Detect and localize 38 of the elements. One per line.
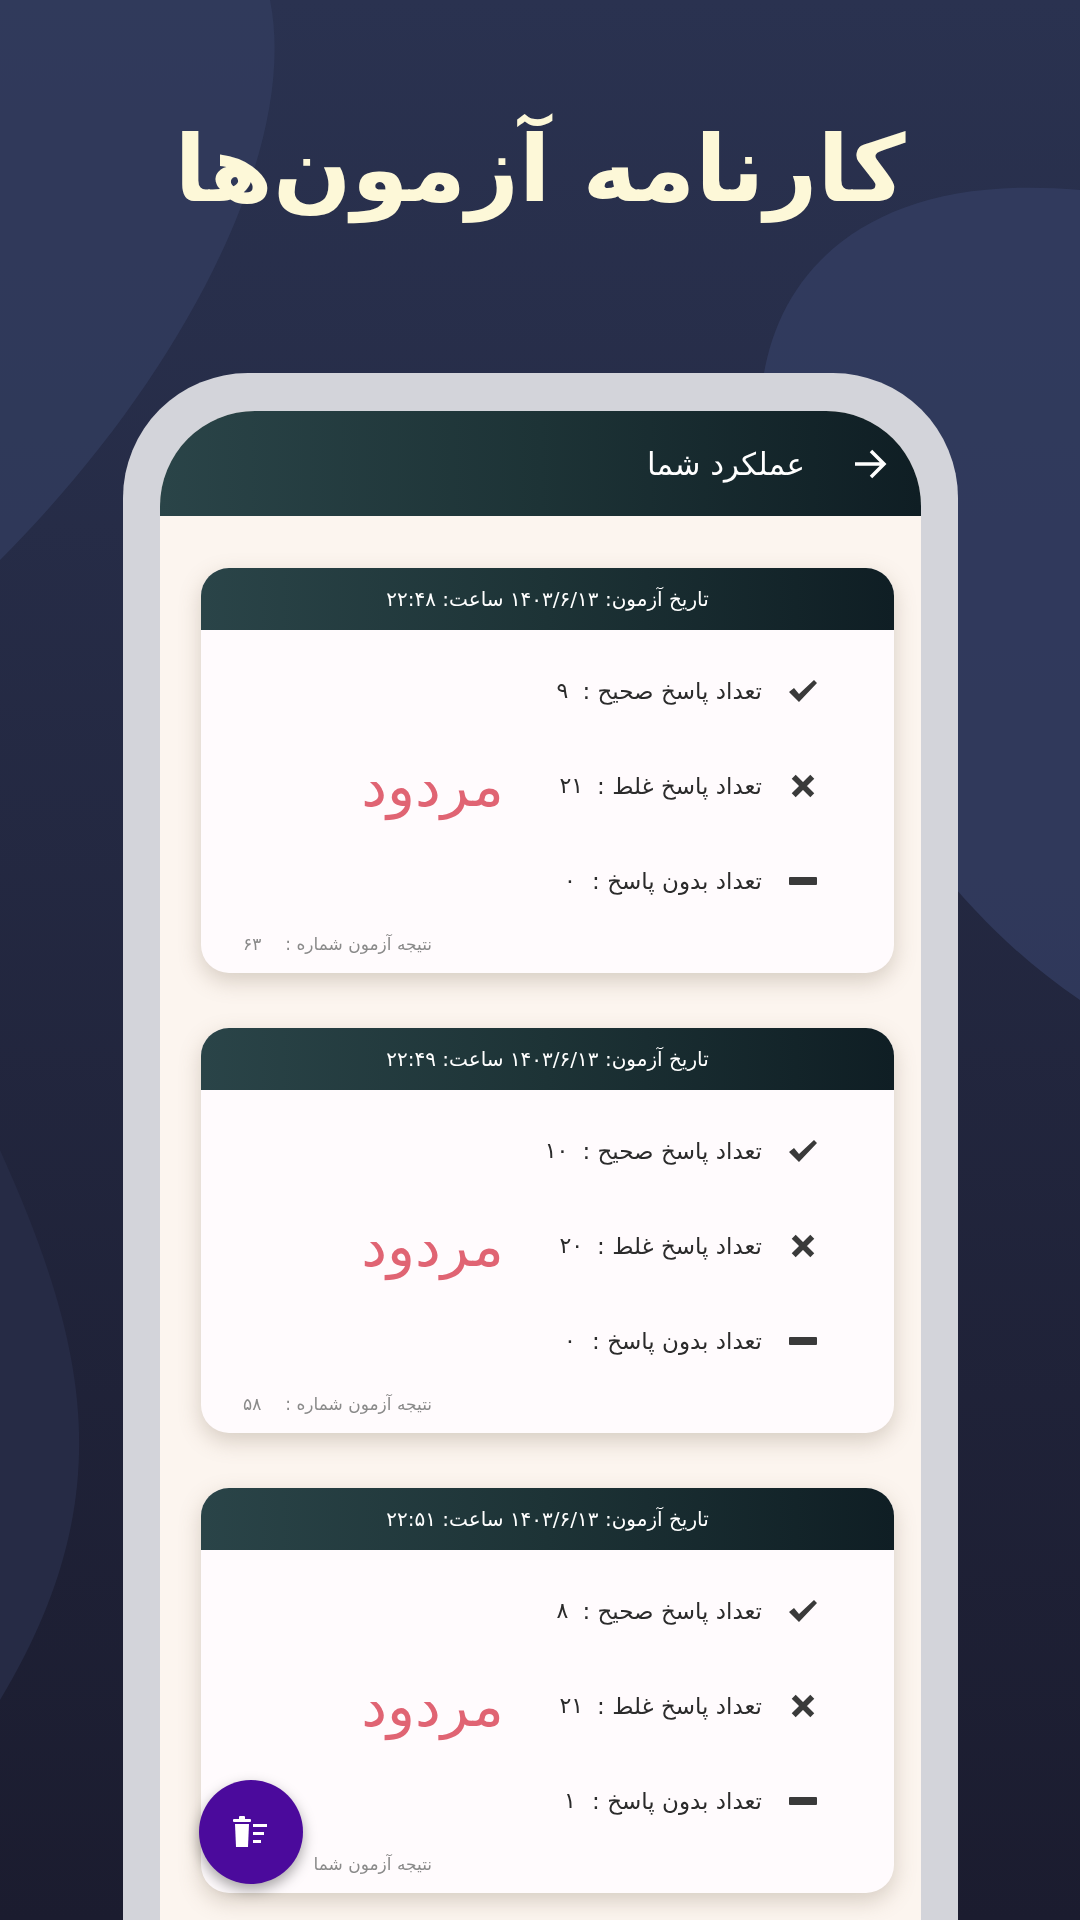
minus-icon <box>788 1336 818 1345</box>
stat-value: ۲۰ <box>559 1233 584 1258</box>
result-status: مردود <box>361 1211 504 1280</box>
minus-icon <box>788 1796 818 1805</box>
stat-value: ۱ <box>564 1788 576 1813</box>
exam-date-header: تاریخ آزمون: ۱۴۰۳/۶/۱۳ ساعت: ۲۲:۵۱ <box>201 1488 894 1550</box>
exam-number-label: نتیجه آزمون شما <box>313 1853 432 1876</box>
exam-number: ۶۳ <box>243 933 262 956</box>
exam-date-header: تاریخ آزمون: ۱۴۰۳/۶/۱۳ ساعت: ۲۲:۴۸ <box>201 568 894 630</box>
stat-label: تعداد پاسخ غلط : <box>597 1232 762 1259</box>
stat-label: تعداد بدون پاسخ : <box>591 867 762 894</box>
stat-value: ۰ <box>564 1328 576 1353</box>
stat-label: تعداد بدون پاسخ : <box>591 1787 762 1814</box>
stat-value: ۰ <box>564 868 576 893</box>
page-headline: کارنامه آزمون‌ها <box>174 115 906 226</box>
check-icon <box>788 677 818 704</box>
result-status: مردود <box>361 1671 504 1740</box>
app-bar-title: عملکرد شما <box>647 445 805 482</box>
stat-value: ۱۰ <box>544 1138 569 1163</box>
stat-label: تعداد پاسخ صحیح : <box>582 1137 762 1164</box>
check-icon <box>788 1137 818 1164</box>
back-arrow-icon[interactable] <box>853 448 887 479</box>
exam-number-label: نتیجه آزمون شماره : <box>285 933 432 956</box>
stat-value: ۲۱ <box>559 1693 584 1718</box>
check-icon <box>788 1597 818 1624</box>
stat-value: ۹ <box>556 678 569 703</box>
stat-value: ۸ <box>556 1598 569 1623</box>
stat-value: ۲۱ <box>559 773 584 798</box>
stat-label: تعداد پاسخ غلط : <box>597 1692 762 1719</box>
stat-label: تعداد بدون پاسخ : <box>591 1327 762 1354</box>
minus-icon <box>788 876 818 885</box>
exam-number-label: نتیجه آزمون شماره : <box>285 1393 432 1416</box>
result-status: مردود <box>361 751 504 820</box>
stat-label: تعداد پاسخ صحیح : <box>582 1597 762 1624</box>
stat-label: تعداد پاسخ صحیح : <box>582 677 762 704</box>
exam-number: ۵۸ <box>243 1393 262 1416</box>
stat-label: تعداد پاسخ غلط : <box>597 772 762 799</box>
exam-date-header: تاریخ آزمون: ۱۴۰۳/۶/۱۳ ساعت: ۲۲:۴۹ <box>201 1028 894 1090</box>
